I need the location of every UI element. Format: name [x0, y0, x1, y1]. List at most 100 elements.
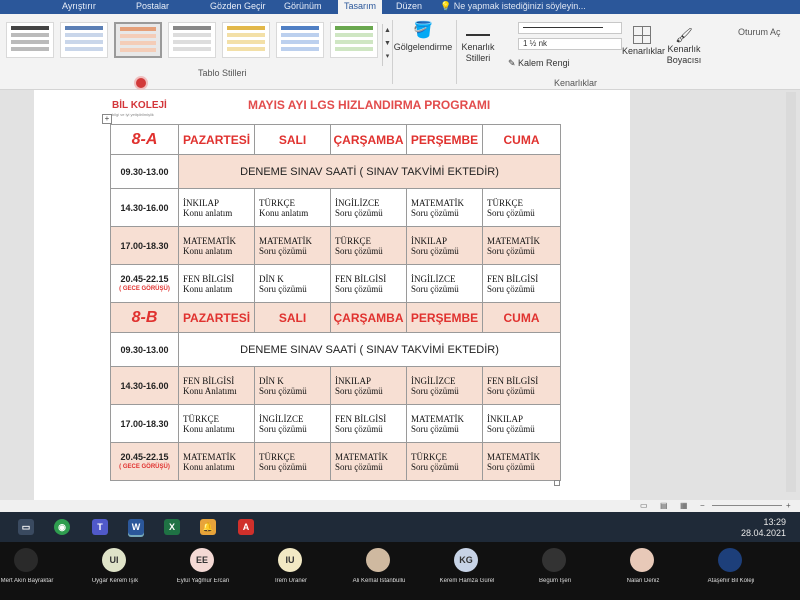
subject-name: MATEMATİK — [259, 235, 312, 246]
lesson-cell: DİN K Soru çözümü — [254, 264, 331, 303]
day-header: PAZARTESİ — [178, 124, 255, 155]
borders-button[interactable]: Kenarlıklar — [622, 26, 665, 57]
tell-me-text: Ne yapmak istediğinizi söyleyin... — [453, 1, 586, 11]
lesson-cell: İNKILAP Soru çözümü — [406, 226, 483, 265]
subject-name: MATEMATİK — [411, 197, 464, 208]
table-move-handle-icon[interactable]: + — [102, 114, 112, 124]
lesson-type: Konu anlatım — [259, 207, 309, 218]
pen-color-button[interactable]: ✎ Kalem Rengi — [508, 58, 588, 69]
lesson-row: 20.45-22.15( GECE GÖRÜŞÜ) FEN BİLGİSİ Konu… — [110, 264, 561, 303]
border-painter-icon: 🖌 — [675, 27, 693, 43]
ribbon-tab-bar: Ayrıştırır Postalar Gözden Geçir Görünüm… — [0, 0, 800, 14]
subject-name: TÜRKÇE — [487, 197, 523, 208]
time-range: 14.30-16.00 — [120, 202, 169, 213]
participant-tile[interactable]: IU İrem Uraner — [246, 548, 336, 592]
web-layout-icon[interactable]: ▦ — [680, 501, 688, 510]
participant-tile[interactable]: Mert Akın Bayraktar — [0, 548, 72, 592]
pen-icon: ✎ — [508, 58, 519, 68]
excel-icon[interactable]: X — [164, 519, 180, 535]
border-styles-button[interactable]: Kenarlık Stilleri — [456, 24, 500, 64]
table-style-option[interactable] — [60, 22, 108, 58]
line-style-select[interactable] — [518, 22, 622, 34]
tab-design[interactable]: Tasarım — [338, 0, 383, 14]
day-header: ÇARŞAMBA — [330, 302, 407, 333]
tab-mailings[interactable]: Postalar — [136, 0, 169, 14]
teams-icon[interactable]: T — [92, 519, 108, 535]
tab-view[interactable]: Görünüm — [284, 0, 322, 14]
participant-name: Begüm İşeri — [538, 578, 571, 584]
zoom-out-icon[interactable]: − — [700, 501, 705, 510]
lesson-type: Soru çözümü — [335, 207, 383, 218]
table-style-option[interactable] — [276, 22, 324, 58]
day-header: CUMA — [482, 302, 561, 333]
day-header: CUMA — [482, 124, 561, 155]
word-icon[interactable]: W — [128, 519, 144, 535]
lesson-cell: TÜRKÇE Soru çözümü — [406, 442, 483, 481]
participant-tile[interactable]: Ali Kemal İstanbullu — [334, 548, 424, 592]
table-style-option[interactable] — [168, 22, 216, 58]
border-painter-button[interactable]: 🖌 Kenarlık Boyacısı — [664, 26, 704, 66]
sign-in-link[interactable]: Oturum Aç — [738, 27, 781, 37]
participant-tile[interactable]: EE Eylül Yağmur Ercan — [158, 548, 248, 592]
system-clock[interactable]: 13:29 28.04.2021 — [741, 517, 786, 539]
bell-icon[interactable]: 🔔 — [200, 519, 216, 535]
table-style-option[interactable] — [6, 22, 54, 58]
subject-name: FEN BİLGİSİ — [335, 413, 387, 424]
taskview-icon[interactable]: ▭ — [18, 519, 34, 535]
lesson-cell: FEN BİLGİSİ Konu anlatım — [178, 264, 255, 303]
table-style-option[interactable] — [222, 22, 270, 58]
table-resize-handle[interactable] — [554, 480, 560, 486]
tab-mailings-partial[interactable]: Ayrıştırır — [62, 0, 96, 14]
gallery-scroll[interactable]: ▲ ▼ ▾ — [382, 24, 392, 66]
exam-cell: DENEME SINAV SAATİ ( SINAV TAKVİMİ EKTED… — [178, 332, 561, 367]
subject-name: FEN BİLGİSİ — [487, 375, 539, 386]
lesson-type: Soru çözümü — [411, 461, 459, 472]
participant-name: Nalan Deniz — [626, 578, 660, 584]
tell-me-search[interactable]: 💡 Ne yapmak istediğinizi söyleyin... — [440, 1, 586, 12]
lesson-cell: MATEMATİK Soru çözümü — [406, 188, 483, 227]
time-range: 20.45-22.15 — [120, 451, 169, 462]
lesson-row: 20.45-22.15( GECE GÖRÜŞÜ) MATEMATİK Konu a… — [110, 442, 561, 481]
participant-name: Ali Kemal İstanbullu — [352, 578, 406, 584]
participant-name: Kerem Hamza Gürel — [439, 578, 495, 584]
vertical-scrollbar[interactable] — [786, 92, 796, 492]
line-weight-select[interactable]: 1 ½ nk — [518, 38, 622, 50]
day-header: PERŞEMBE — [406, 302, 483, 333]
shading-button[interactable]: 🪣 Gölgelendirme — [392, 20, 454, 53]
zoom-slider[interactable] — [712, 505, 782, 506]
zoom-in-icon[interactable]: + — [786, 501, 791, 510]
lesson-cell: İNGİLİZCE Soru çözümü — [254, 404, 331, 443]
subject-name: DİN K — [259, 273, 284, 284]
subject-name: FEN BİLGİSİ — [183, 375, 235, 386]
logo-emblem-icon — [134, 76, 148, 90]
document-title: MAYIS AYI LGS HIZLANDIRMA PROGRAMI — [248, 98, 491, 112]
lesson-type: Soru çözümü — [335, 385, 383, 396]
lesson-cell: İNGİLİZCE Soru çözümü — [330, 188, 407, 227]
participant-tile[interactable]: Begüm İşeri — [510, 548, 600, 592]
participant-tile[interactable]: KG Kerem Hamza Gürel — [422, 548, 512, 592]
time-cell: 09.30-13.00 — [110, 332, 179, 367]
chrome-icon[interactable]: ◉ — [54, 519, 70, 535]
day-header: SALI — [254, 124, 331, 155]
pen-color-label: Kalem Rengi — [518, 58, 570, 68]
participant-tile[interactable]: Ataşehir Bil Koleji — [686, 548, 776, 592]
borders-group-label: Kenarlıklar — [554, 78, 598, 88]
read-mode-icon[interactable]: ▭ — [640, 501, 648, 510]
lesson-cell: MATEMATİK Konu anlatımı — [178, 442, 255, 481]
lesson-row: 14.30-16.00 İNKILAP Konu anlatım TÜRKÇE Konu… — [110, 188, 561, 227]
table-styles-group-label: Tablo Stilleri — [198, 68, 247, 78]
table-style-option[interactable] — [330, 22, 378, 58]
participant-tile[interactable]: UI Uygar Kerem Işık — [70, 548, 160, 592]
participant-avatar: EE — [190, 548, 214, 572]
print-layout-icon[interactable]: ▤ — [660, 501, 668, 510]
paint-bucket-icon: 🪣 — [413, 22, 433, 39]
participant-tile[interactable]: Nalan Deniz — [598, 548, 688, 592]
tab-layout[interactable]: Düzen — [396, 0, 422, 14]
subject-name: TÜRKÇE — [335, 235, 371, 246]
tab-review[interactable]: Gözden Geçir — [210, 0, 266, 14]
logo-name: BİL KOLEJİ — [112, 100, 167, 111]
pdf-icon[interactable]: A — [238, 519, 254, 535]
table-style-option-selected[interactable] — [114, 22, 162, 58]
time-range: 14.30-16.00 — [120, 380, 169, 391]
lesson-row: 17.00-18.30 TÜRKÇE Konu anlatımı İNGİLİZCE S… — [110, 404, 561, 443]
